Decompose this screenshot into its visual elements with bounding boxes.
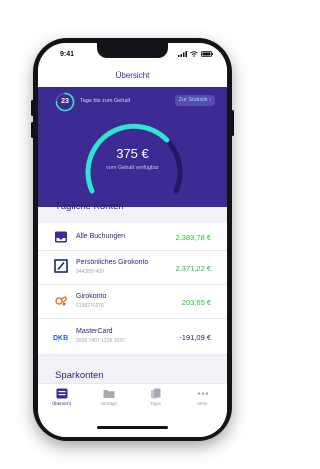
more-icon [197, 392, 208, 395]
svg-text:DKB: DKB [53, 335, 68, 342]
statistics-button[interactable]: Zur Statistik › [174, 95, 215, 106]
account-name: Girokonto [76, 293, 107, 300]
tab-label: Mehr [197, 401, 208, 406]
days-label: Tage bis zum Gehalt [80, 98, 131, 104]
salary-hero: 23 Tage bis zum Gehalt Zur Statistik › 3… [38, 87, 227, 207]
tab-more[interactable]: Mehr [179, 388, 226, 406]
folder-icon [103, 390, 114, 398]
battery-icon [201, 51, 213, 57]
daily-accounts-list: Alle Buchungen 2.383,78 € Persönliches G… [38, 223, 227, 355]
account-name: Persönliches Girokonto [76, 259, 149, 266]
savings-accounts-title: Sparkonten [55, 370, 104, 381]
home-indicator [97, 426, 168, 429]
tab-tips[interactable]: Tipps [132, 388, 179, 406]
status-icons [178, 51, 213, 57]
deutsche-bank-logo-icon [54, 259, 68, 273]
account-row-all-bookings[interactable]: Alle Buchungen 2.383,78 € [38, 223, 227, 251]
wifi-icon [190, 51, 198, 57]
status-time: 9:41 [60, 51, 75, 58]
tab-label: Verträge [99, 401, 117, 406]
account-row-personal-checking[interactable]: Persönliches Girokonto 0443897400 2.371,… [38, 251, 227, 285]
inbox-icon [55, 231, 67, 243]
page-title: Übersicht [115, 71, 150, 80]
account-number: 0443897400 [76, 269, 104, 275]
account-amount: 2.371,22 € [175, 264, 211, 273]
account-name: Alle Buchungen [76, 233, 126, 240]
available-amount: 375 € [116, 146, 149, 161]
account-name: MasterCard [76, 328, 113, 335]
account-number: 0198276276 [76, 303, 104, 309]
bank-logo-icon [55, 296, 68, 306]
account-row-mastercard[interactable]: DKB MasterCard 5526 7407 1229 1037 -191,… [38, 319, 227, 355]
account-amount: 203,65 € [181, 298, 211, 307]
daily-accounts-title: Tägliche Konten [55, 201, 124, 212]
available-amount-label: vom Gehalt verfügbar [106, 165, 159, 171]
tab-overview[interactable]: Übersicht [38, 388, 85, 406]
cards-icon [150, 388, 160, 399]
account-number: 5526 7407 1229 1037 [76, 338, 125, 344]
dkb-logo-icon: DKB [53, 335, 68, 342]
phone-screen: 9:41 Übersicht 23 Tage bis zum Gehalt Zu… [38, 43, 227, 437]
tab-label: Tipps [150, 401, 161, 406]
tab-label: Übersicht [51, 401, 71, 406]
signal-icon [178, 51, 187, 57]
account-row-checking[interactable]: Girokonto 0198276276 203,65 € [38, 285, 227, 319]
days-count: 23 [61, 98, 69, 105]
tab-contracts[interactable]: Verträge [85, 388, 132, 406]
overview-icon [56, 388, 67, 399]
notch [97, 43, 168, 58]
account-amount: -191,09 € [179, 333, 211, 342]
account-amount: 2.383,78 € [175, 233, 211, 242]
nav-header: Übersicht [38, 65, 227, 87]
